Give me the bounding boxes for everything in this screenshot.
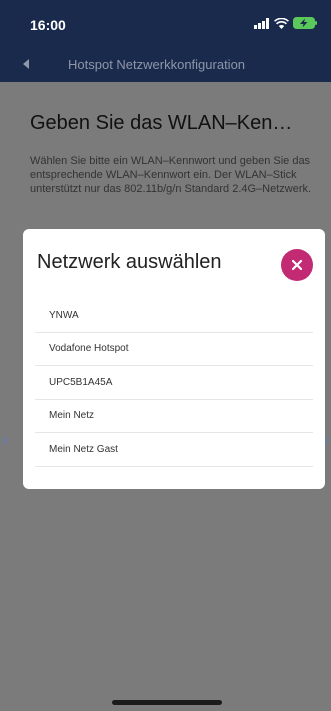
status-bar: 16:00 xyxy=(0,0,331,46)
status-time: 16:00 xyxy=(30,17,66,33)
home-indicator[interactable] xyxy=(112,700,222,705)
back-arrow-icon[interactable] xyxy=(18,56,34,72)
network-select-modal: Netzwerk auswählen YNWA Vodafone Hotspot… xyxy=(23,229,325,489)
network-item-mein-netz[interactable]: Mein Netz xyxy=(35,400,313,433)
network-item-ynwa[interactable]: YNWA xyxy=(35,299,313,333)
modal-title: Netzwerk auswählen xyxy=(37,251,222,273)
close-button[interactable] xyxy=(281,249,313,281)
section-heading: Geben Sie das WLAN–Ken… xyxy=(30,112,293,134)
signal-icon xyxy=(254,17,269,29)
wifi-icon xyxy=(274,17,289,29)
page-title: Hotspot Netzwerkkonfiguration xyxy=(68,57,246,72)
battery-charging-icon xyxy=(293,17,317,29)
network-item-upc5b1a45a[interactable]: UPC5B1A45A xyxy=(35,366,313,400)
section-description: Wählen Sie bitte ein WLAN–Kennwort und g… xyxy=(30,155,312,195)
status-icons xyxy=(254,17,317,29)
network-item-mein-netz-gast[interactable]: Mein Netz Gast xyxy=(35,433,313,467)
close-icon xyxy=(291,259,303,271)
left-edge-indicator xyxy=(3,437,7,445)
network-item-vodafone-hotspot[interactable]: Vodafone Hotspot xyxy=(35,333,313,366)
network-list: YNWA Vodafone Hotspot UPC5B1A45A Mein Ne… xyxy=(35,299,313,467)
nav-bar: Hotspot Netzwerkkonfiguration xyxy=(0,46,331,82)
